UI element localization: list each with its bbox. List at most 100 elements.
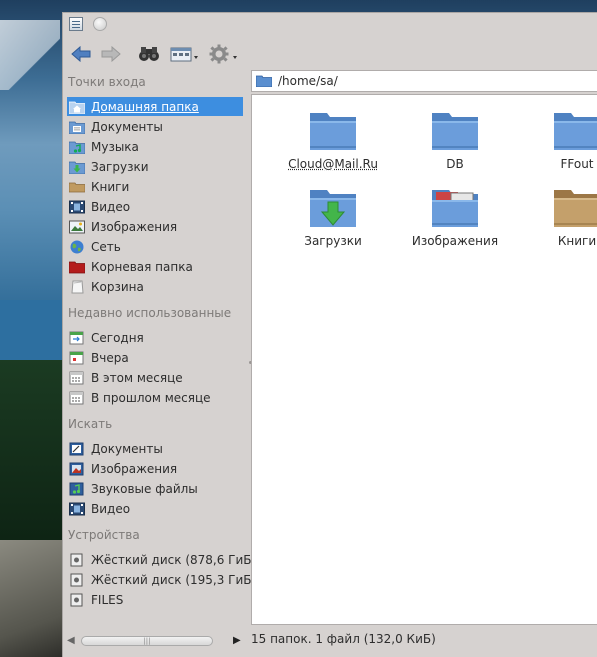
sidebar-item-search-documents[interactable]: Документы — [67, 439, 243, 458]
title-bar[interactable] — [63, 13, 597, 37]
sidebar-item-trash[interactable]: Корзина — [67, 277, 243, 296]
sidebar-item-label: Звуковые файлы — [91, 482, 198, 496]
sidebar-item-search-audio[interactable]: Звуковые файлы — [67, 479, 243, 498]
app-menu-icon[interactable] — [69, 17, 83, 31]
window-button[interactable] — [93, 17, 107, 31]
downloads-folder-icon — [69, 160, 85, 174]
home-folder-icon — [69, 100, 85, 114]
wallpaper-rocks — [0, 540, 64, 657]
books-folder-icon — [553, 184, 597, 228]
sidebar-item-downloads[interactable]: Загрузки — [67, 157, 243, 176]
file-label: Изображения — [400, 234, 510, 248]
sidebar-item-label: Книги — [91, 180, 129, 194]
search-documents-icon — [69, 442, 85, 456]
sidebar-item-label: FILES — [91, 593, 123, 607]
sidebar-item-label: Домашняя папка — [91, 100, 199, 114]
wallpaper-mountain — [0, 20, 60, 90]
sidebar-item-documents[interactable]: Документы — [67, 117, 243, 136]
sidebar-item-yesterday[interactable]: Вчера — [67, 348, 243, 367]
settings-button[interactable] — [207, 43, 241, 65]
sidebar-item-files-drive[interactable]: FILES — [67, 590, 243, 609]
sidebar-item-disk-2[interactable]: Жёсткий диск (195,3 ГиБ) — [67, 570, 243, 589]
folder-icon — [256, 75, 272, 87]
sidebar-item-video[interactable]: Видео — [67, 197, 243, 216]
toolbar — [63, 39, 597, 69]
scroll-thumb[interactable]: ||| — [81, 636, 213, 646]
file-item-books[interactable]: Книги — [522, 184, 597, 248]
scroll-left-arrow-icon[interactable]: ◀ — [67, 636, 75, 646]
sidebar-item-root[interactable]: Корневая папка — [67, 257, 243, 276]
sidebar-item-label: Музыка — [91, 140, 139, 154]
scroll-grip: ||| — [82, 637, 212, 645]
back-button[interactable] — [69, 43, 93, 65]
folder-icon — [553, 107, 597, 151]
sidebar-horizontal-scrollbar[interactable]: ◀ ||| ▶ — [67, 633, 249, 649]
search-button[interactable] — [137, 43, 161, 65]
binoculars-icon — [138, 46, 160, 62]
location-bar[interactable]: /home/sa/ — [251, 70, 597, 92]
video-icon — [69, 200, 85, 214]
sidebar-item-search-images[interactable]: Изображения — [67, 459, 243, 478]
images-folder-icon — [431, 184, 479, 228]
sidebar-item-label: Сегодня — [91, 331, 144, 345]
sidebar-item-network[interactable]: Сеть — [67, 237, 243, 256]
file-label: DB — [400, 157, 510, 171]
sidebar-item-label: В прошлом месяце — [91, 391, 211, 405]
network-globe-icon — [69, 240, 85, 254]
images-icon — [69, 220, 85, 234]
search-images-icon — [69, 462, 85, 476]
calendar-month-icon — [69, 371, 85, 385]
forward-button[interactable] — [99, 43, 123, 65]
sidebar-item-label: В этом месяце — [91, 371, 183, 385]
file-item-cloud[interactable]: Cloud@Mail.Ru — [278, 107, 388, 171]
file-manager-window: Точки входа Домашняя папка Документы Муз… — [62, 12, 597, 657]
section-title-search: Искать — [68, 417, 112, 431]
file-item-db[interactable]: DB — [400, 107, 510, 171]
trash-icon — [69, 280, 85, 294]
sidebar-item-label: Загрузки — [91, 160, 149, 174]
sidebar: Точки входа Домашняя папка Документы Муз… — [63, 71, 249, 631]
calendar-yesterday-icon — [69, 351, 85, 365]
wallpaper-trees — [0, 360, 64, 540]
file-label: Загрузки — [278, 234, 388, 248]
folder-icon — [431, 107, 479, 151]
sidebar-item-label: Изображения — [91, 220, 177, 234]
sidebar-item-music[interactable]: Музыка — [67, 137, 243, 156]
sidebar-item-label: Видео — [91, 200, 130, 214]
scroll-right-arrow-icon[interactable]: ▶ — [233, 636, 241, 646]
sidebar-item-books[interactable]: Книги — [67, 177, 243, 196]
sidebar-item-label: Сеть — [91, 240, 121, 254]
sidebar-item-last-month[interactable]: В прошлом месяце — [67, 388, 243, 407]
sidebar-item-home[interactable]: Домашняя папка — [67, 97, 243, 116]
section-title-recent: Недавно использованные — [68, 306, 231, 320]
sidebar-item-this-month[interactable]: В этом месяце — [67, 368, 243, 387]
books-folder-icon — [69, 180, 85, 194]
sidebar-item-label: Видео — [91, 502, 130, 516]
file-label: Cloud@Mail.Ru — [278, 157, 388, 171]
hard-disk-icon — [69, 553, 85, 567]
sidebar-item-images[interactable]: Изображения — [67, 217, 243, 236]
sidebar-item-today[interactable]: Сегодня — [67, 328, 243, 347]
sidebar-item-label: Вчера — [91, 351, 129, 365]
file-item-downloads[interactable]: Загрузки — [278, 184, 388, 248]
file-item-images[interactable]: Изображения — [400, 184, 510, 248]
section-title-places: Точки входа — [68, 75, 146, 89]
sidebar-item-label: Корневая папка — [91, 260, 193, 274]
view-mode-button[interactable] — [169, 43, 201, 65]
sidebar-item-label: Корзина — [91, 280, 144, 294]
sidebar-item-label: Документы — [91, 120, 163, 134]
search-audio-icon — [69, 482, 85, 496]
view-icons-icon — [170, 46, 200, 62]
search-video-icon — [69, 502, 85, 516]
calendar-today-icon — [69, 331, 85, 345]
section-title-devices: Устройства — [68, 528, 140, 542]
sidebar-item-search-video[interactable]: Видео — [67, 499, 243, 518]
file-view[interactable]: Cloud@Mail.Ru DB FFout Загрузки Изображе… — [251, 94, 597, 625]
music-folder-icon — [69, 140, 85, 154]
downloads-folder-icon — [309, 184, 357, 228]
sidebar-item-label: Документы — [91, 442, 163, 456]
file-item-ffout[interactable]: FFout — [522, 107, 597, 171]
hard-disk-icon — [69, 573, 85, 587]
sidebar-item-label: Изображения — [91, 462, 177, 476]
sidebar-item-disk-1[interactable]: Жёсткий диск (878,6 ГиБ) — [67, 550, 243, 569]
